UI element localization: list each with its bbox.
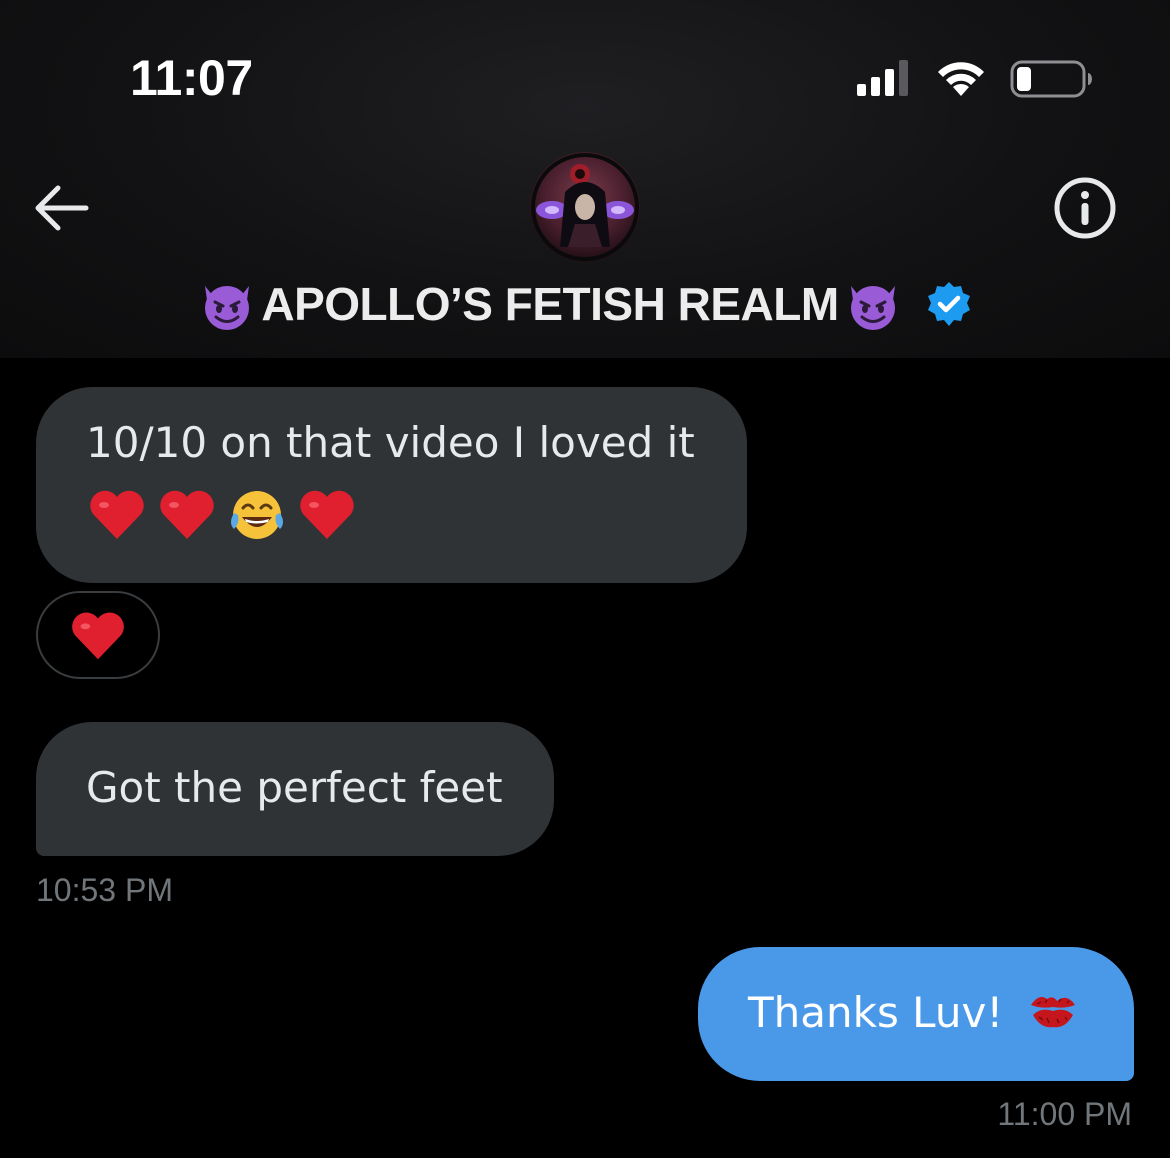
message-text: 10/10 on that video I loved it <box>86 418 695 467</box>
verified-badge-icon <box>927 282 970 326</box>
conversation-header: 11:07 APOLLO’S FETISH REALM <box>0 0 1170 358</box>
cellular-signal-icon <box>857 60 908 96</box>
back-arrow-icon[interactable] <box>30 182 92 234</box>
conversation-title[interactable]: APOLLO’S FETISH REALM <box>0 272 1170 336</box>
message-reaction[interactable] <box>36 591 160 679</box>
avatar-image <box>530 152 640 262</box>
smiling-devil-emoji-icon <box>205 286 250 330</box>
message-bubble-outgoing[interactable]: Thanks Luv! <box>698 947 1134 1081</box>
message-bubble-incoming[interactable]: Got the perfect feet <box>36 722 554 856</box>
message-text: Thanks Luv! <box>748 988 1004 1037</box>
red-heart-emoji-icon <box>160 490 214 539</box>
status-bar-time: 11:07 <box>130 50 253 106</box>
red-heart-emoji-icon <box>72 612 124 660</box>
avatar[interactable] <box>530 152 640 262</box>
battery-low-icon <box>1010 60 1092 98</box>
kiss-mark-emoji-icon <box>1031 997 1076 1028</box>
wifi-icon <box>938 62 984 96</box>
red-heart-emoji-icon <box>90 490 144 539</box>
message-timestamp: 11:00 PM <box>997 1096 1132 1132</box>
smiling-devil-emoji-icon <box>850 286 895 330</box>
message-emoji-row <box>86 483 358 545</box>
message-timestamp: 10:53 PM <box>36 872 173 908</box>
message-text: Got the perfect feet <box>86 763 503 812</box>
tears-of-joy-emoji-icon <box>231 491 283 539</box>
conversation-name: APOLLO’S FETISH REALM <box>261 278 839 330</box>
message-bubble-incoming[interactable]: 10/10 on that video I loved it <box>36 387 747 583</box>
info-icon[interactable] <box>1052 175 1118 241</box>
red-heart-emoji-icon <box>300 490 354 539</box>
